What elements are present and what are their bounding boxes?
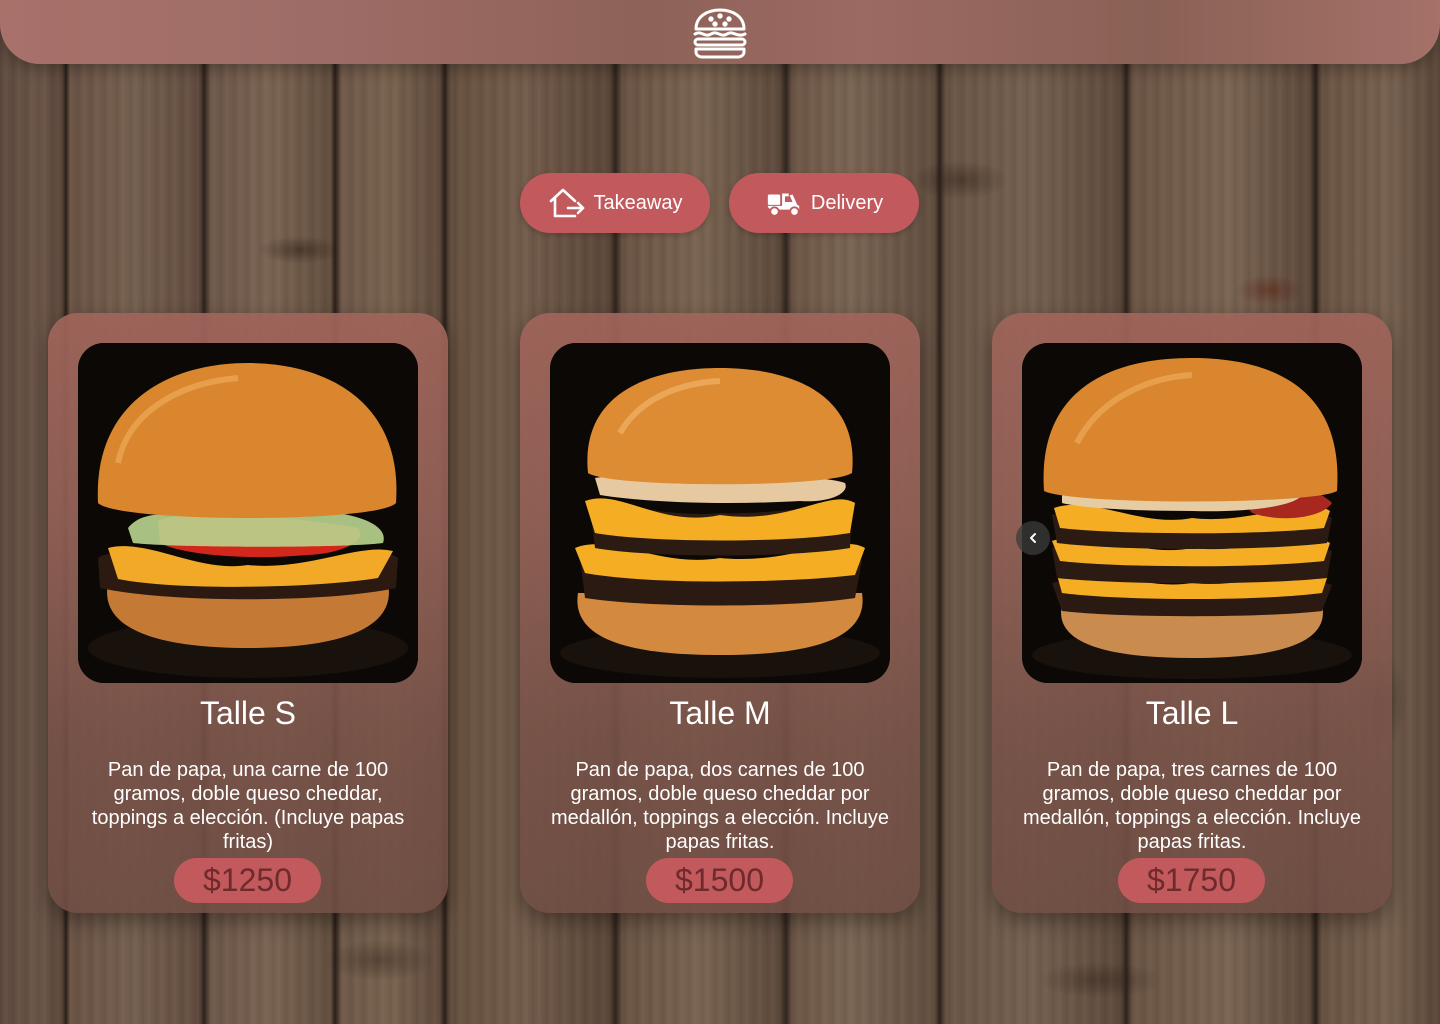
product-description: Pan de papa, tres carnes de 100 gramos, … xyxy=(1023,759,1361,853)
delivery-label: Delivery xyxy=(810,191,884,214)
takeaway-label: Takeaway xyxy=(593,191,683,214)
product-title: Talle M xyxy=(669,695,771,731)
price-button[interactable]: $1500 xyxy=(646,858,793,903)
product-card-l[interactable]: Talle L Pan de papa, tres carnes de 100 … xyxy=(992,313,1392,913)
scooter-icon xyxy=(765,187,803,219)
product-description: Pan de papa, una carne de 100 gramos, do… xyxy=(91,759,405,853)
product-title: Talle L xyxy=(1145,695,1239,731)
carousel-prev-button[interactable] xyxy=(1016,521,1050,555)
burger-s-photo xyxy=(78,343,418,683)
chevron-left-icon xyxy=(1027,532,1039,544)
price-button[interactable]: $1750 xyxy=(1118,858,1265,903)
delivery-button[interactable]: Delivery xyxy=(729,173,919,233)
product-description: Pan de papa, dos carnes de 100 gramos, d… xyxy=(551,759,889,853)
product-card-m[interactable]: Talle M Pan de papa, dos carnes de 100 g… xyxy=(520,313,920,913)
product-card-s[interactable]: Talle S Pan de papa, una carne de 100 gr… xyxy=(48,313,448,913)
product-title: Talle S xyxy=(199,695,297,731)
price-button[interactable]: $1250 xyxy=(174,858,321,903)
house-arrow-icon xyxy=(548,187,586,219)
takeaway-button[interactable]: Takeaway xyxy=(520,173,710,233)
burger-icon[interactable] xyxy=(691,6,749,60)
burger-m-photo xyxy=(550,343,890,683)
burger-l-photo xyxy=(1022,343,1362,683)
